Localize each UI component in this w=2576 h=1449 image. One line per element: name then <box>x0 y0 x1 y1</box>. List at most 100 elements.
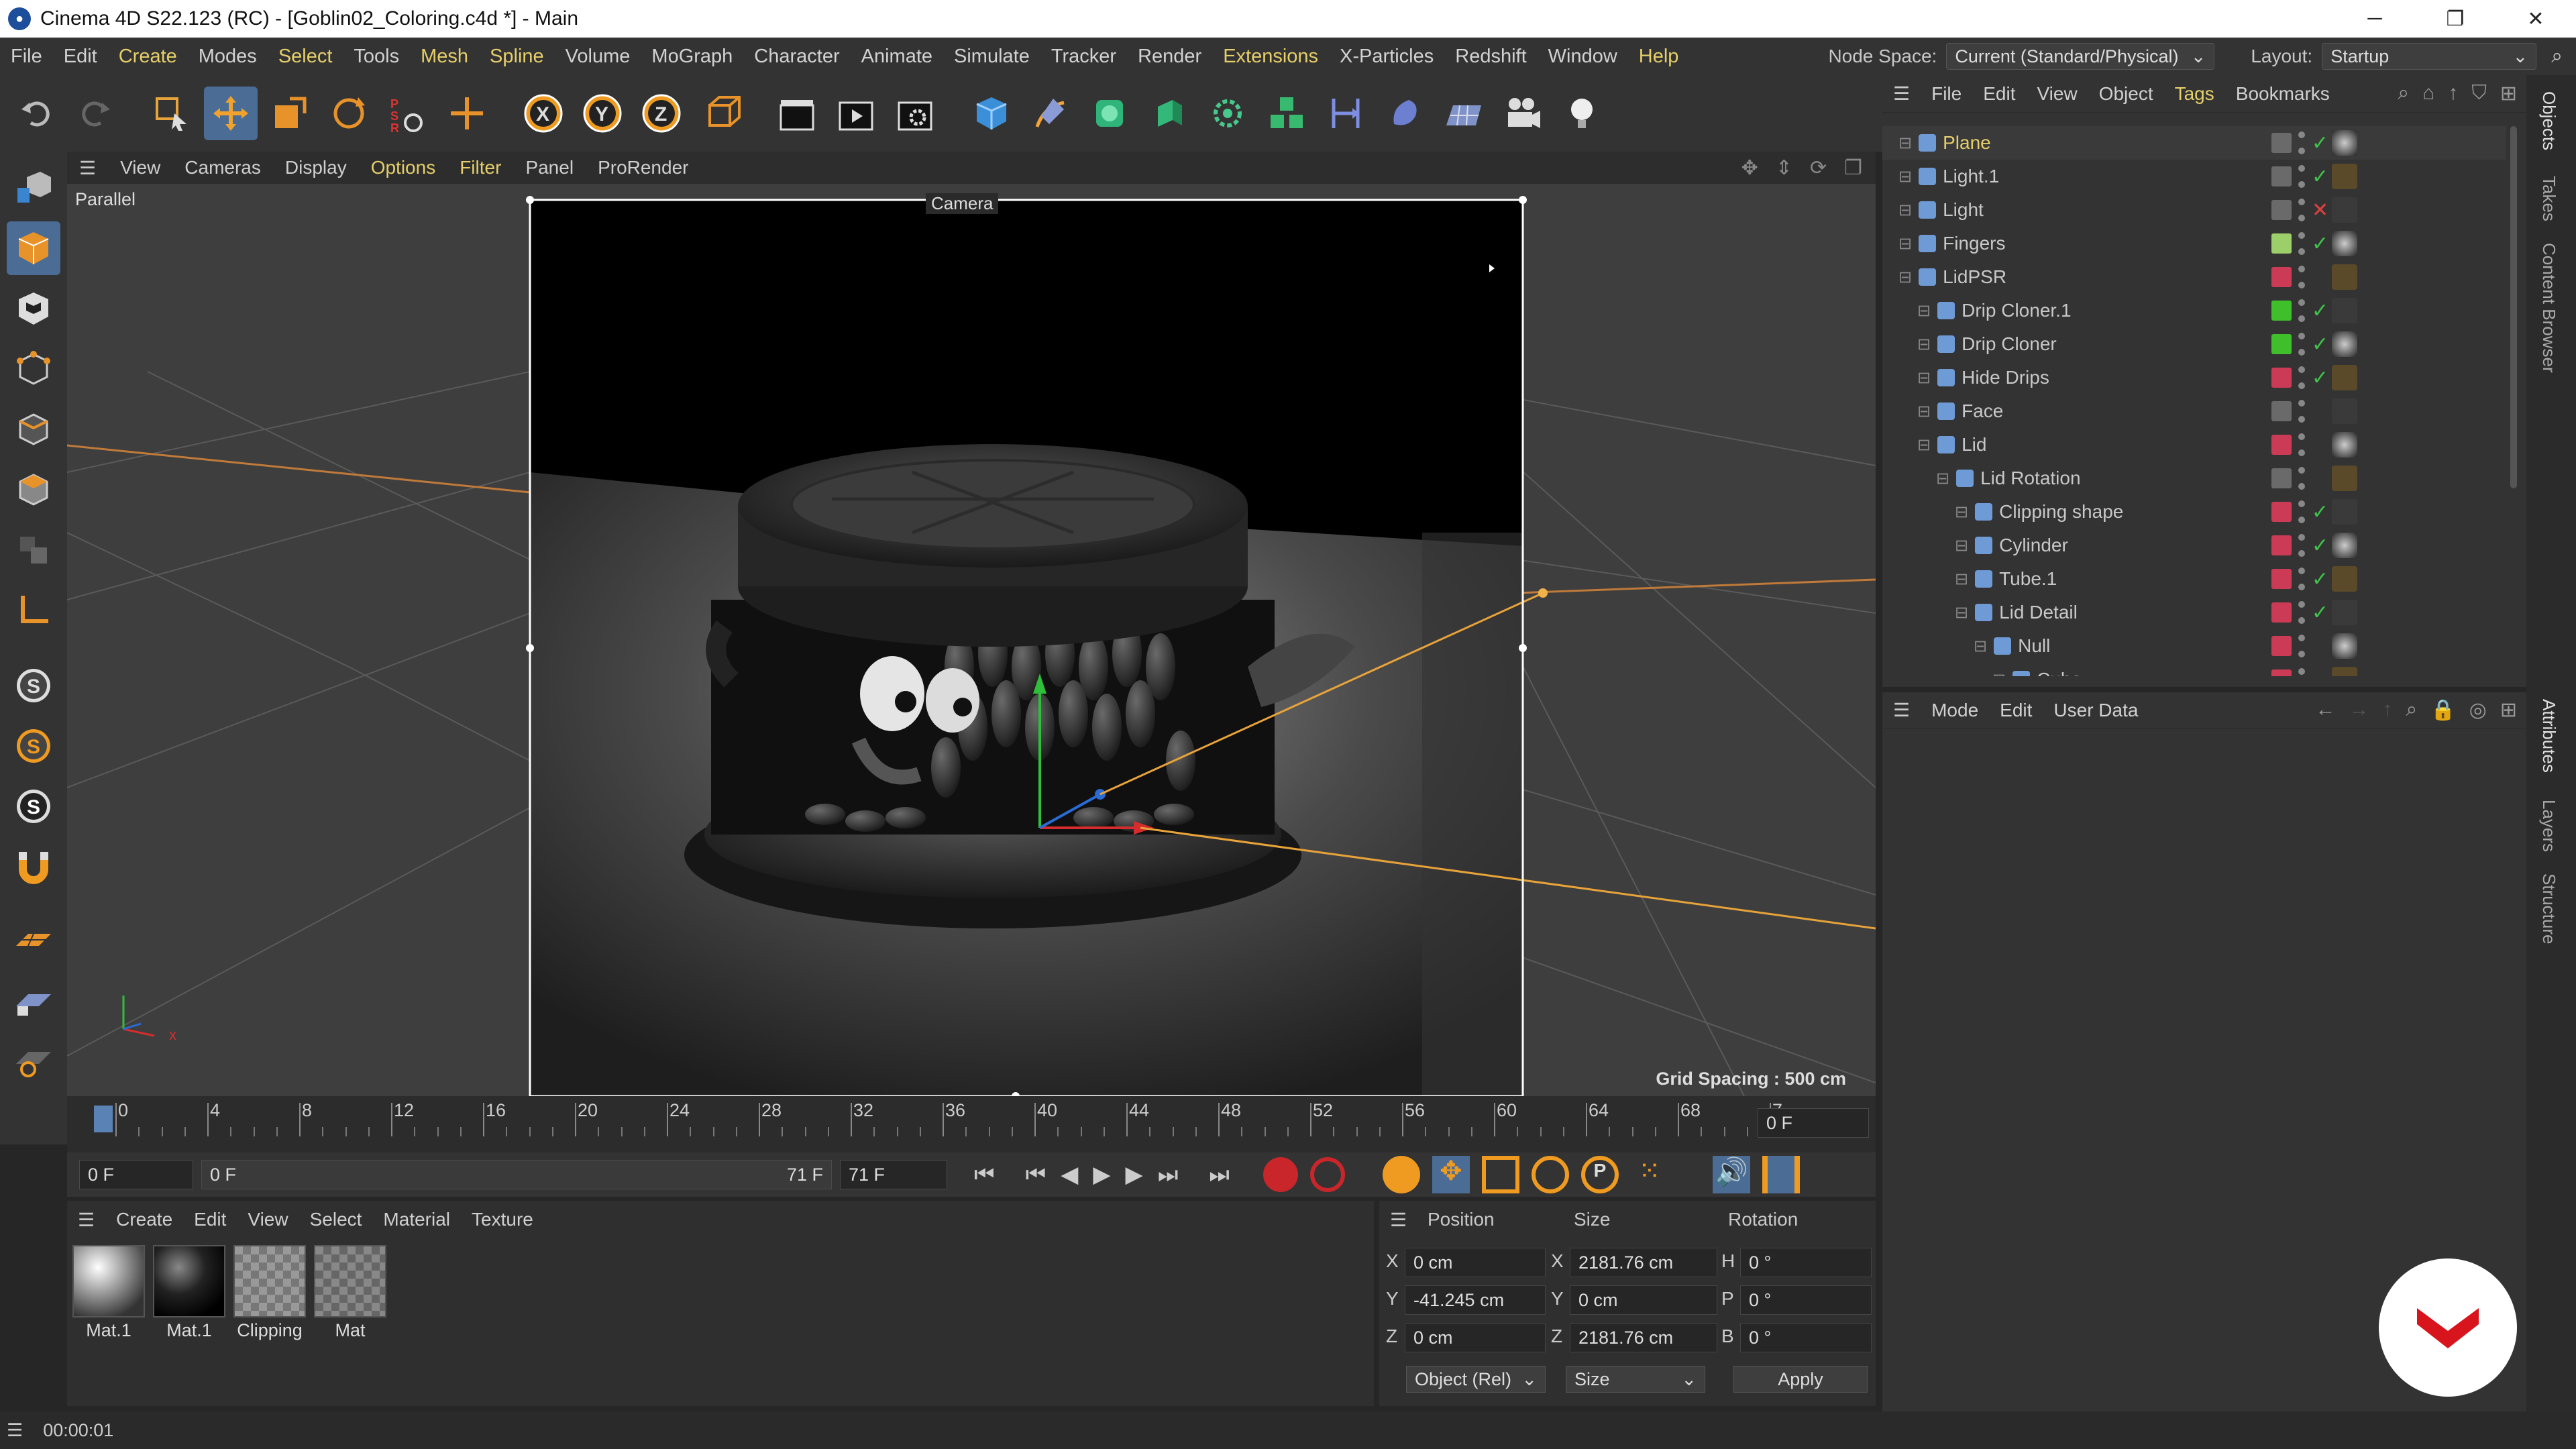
rotate-view-icon[interactable]: ⟳ <box>1810 156 1827 180</box>
menu-simulate[interactable]: Simulate <box>943 46 1040 68</box>
tag-icon[interactable] <box>2332 499 2357 525</box>
menu-window[interactable]: Window <box>1538 46 1628 68</box>
editor-visibility-dot[interactable] <box>2298 299 2305 306</box>
expand-toggle-icon[interactable]: ⊟ <box>1898 133 1912 153</box>
object-row[interactable]: ⊟ Null <box>1882 629 2506 663</box>
deformer-button[interactable] <box>1319 87 1373 140</box>
menu-mesh[interactable]: Mesh <box>410 46 479 68</box>
render-visibility-dot[interactable] <box>2298 449 2305 456</box>
menu-extensions[interactable]: Extensions <box>1212 46 1329 68</box>
pen-spline-button[interactable] <box>1024 87 1077 140</box>
hamburger-icon[interactable]: ☰ <box>1882 699 1921 721</box>
point-mode-button[interactable] <box>7 342 60 396</box>
menu-select[interactable]: Select <box>268 46 343 68</box>
viewport-menu-prorender[interactable]: ProRender <box>586 157 700 178</box>
uv-mode-button[interactable] <box>7 523 60 577</box>
enabled-check-icon[interactable]: ✓ <box>2312 568 2328 591</box>
snap-enable-button[interactable]: S <box>7 659 60 712</box>
object-row[interactable]: ⊟ Cylinder ✓ <box>1882 529 2506 562</box>
layer-color-swatch[interactable] <box>2271 468 2292 488</box>
menu-help[interactable]: Help <box>1628 46 1690 68</box>
enabled-check-icon[interactable]: ✓ <box>2312 534 2328 557</box>
render-visibility-dot[interactable] <box>2298 349 2305 356</box>
obj-menu-file[interactable]: File <box>1921 83 1972 105</box>
rotation-h-field[interactable]: 0 ° <box>1740 1248 1872 1277</box>
obj-menu-tags[interactable]: Tags <box>2164 83 2225 105</box>
cube-object-button[interactable] <box>965 87 1018 140</box>
attr-menu-user-data[interactable]: User Data <box>2043 700 2149 721</box>
undo-button[interactable] <box>9 87 63 140</box>
editor-visibility-dot[interactable] <box>2298 232 2305 239</box>
sound-icon[interactable]: 🔊 <box>1712 1156 1750 1193</box>
position-y-field[interactable]: -41.245 cm <box>1405 1285 1546 1315</box>
visibility-dots[interactable] <box>2298 299 2308 322</box>
object-row[interactable]: ⊟ Lid <box>1882 428 2506 462</box>
menu-animate[interactable]: Animate <box>851 46 943 68</box>
preview-range-slider[interactable]: 0 F 71 F <box>201 1160 832 1189</box>
camera-button[interactable] <box>1496 87 1550 140</box>
next-key-icon[interactable]: ⏭ <box>1158 1162 1179 1188</box>
hamburger-icon[interactable]: ☰ <box>1379 1209 1417 1231</box>
editor-visibility-dot[interactable] <box>2298 500 2305 507</box>
editor-visibility-dot[interactable] <box>2298 131 2305 138</box>
menu-render[interactable]: Render <box>1127 46 1212 68</box>
menu-spline[interactable]: Spline <box>479 46 555 68</box>
menu-tracker[interactable]: Tracker <box>1040 46 1127 68</box>
menu-redshift[interactable]: Redshift <box>1444 46 1537 68</box>
editor-visibility-dot[interactable] <box>2298 400 2305 407</box>
up-arrow-icon[interactable]: ↑ <box>2448 82 2458 105</box>
editor-visibility-dot[interactable] <box>2298 433 2305 440</box>
expand-toggle-icon[interactable]: ⊟ <box>1955 603 1968 623</box>
layer-color-swatch[interactable] <box>2271 435 2292 455</box>
rotation-p-field[interactable]: 0 ° <box>1740 1285 1872 1315</box>
minimize-button[interactable]: ─ <box>2334 0 2415 38</box>
search-icon[interactable]: ⌕ <box>2406 698 2418 722</box>
hamburger-icon[interactable]: ☰ <box>0 1420 34 1441</box>
z-axis-lock-button[interactable]: Z <box>635 87 688 140</box>
obj-menu-object[interactable]: Object <box>2088 83 2164 105</box>
visibility-dots[interactable] <box>2298 500 2308 523</box>
layer-color-swatch[interactable] <box>2271 301 2292 321</box>
magnet-button[interactable] <box>7 840 60 894</box>
filter-icon[interactable]: ⛉ <box>2471 82 2487 105</box>
render-view-button[interactable] <box>770 87 824 140</box>
go-to-start-icon[interactable]: ⏮ <box>974 1162 995 1188</box>
layer-color-swatch[interactable] <box>2271 669 2292 676</box>
tag-icon[interactable] <box>2332 298 2357 323</box>
editor-visibility-dot[interactable] <box>2298 333 2305 339</box>
field-button[interactable] <box>1378 87 1432 140</box>
object-row[interactable]: ⊟ Lid Rotation <box>1882 462 2506 495</box>
back-arrow-icon[interactable]: ← <box>2316 698 2336 722</box>
current-frame-field[interactable]: 0 F <box>1758 1108 1869 1138</box>
viewport-menu-cameras[interactable]: Cameras <box>172 157 273 178</box>
new-panel-icon[interactable]: ⊞ <box>2500 698 2517 722</box>
close-button[interactable]: ✕ <box>2496 0 2576 38</box>
lock-icon[interactable]: 🔒 <box>2430 698 2455 722</box>
maximize-view-icon[interactable]: ❐ <box>1844 156 1862 180</box>
workplane-button[interactable] <box>7 912 60 966</box>
render-visibility-dot[interactable] <box>2298 148 2305 154</box>
pan-view-icon[interactable]: ✥ <box>1741 156 1758 180</box>
tag-icon[interactable] <box>2332 264 2357 290</box>
expand-toggle-icon[interactable]: ⊟ <box>1936 469 1949 488</box>
visibility-dots[interactable] <box>2298 400 2308 423</box>
render-visibility-dot[interactable] <box>2298 315 2305 322</box>
expand-toggle-icon[interactable]: ⊟ <box>1917 368 1931 388</box>
editor-visibility-dot[interactable] <box>2298 534 2305 541</box>
tag-icon[interactable] <box>2332 566 2357 592</box>
render-visibility-dot[interactable] <box>2298 382 2305 389</box>
home-icon[interactable]: ⌂ <box>2422 82 2434 105</box>
tag-icon[interactable] <box>2332 164 2357 189</box>
tag-icon[interactable] <box>2332 466 2357 491</box>
tag-icon[interactable] <box>2332 667 2357 676</box>
menu-modes[interactable]: Modes <box>188 46 268 68</box>
render-visibility-dot[interactable] <box>2298 416 2305 423</box>
coordinate-mode-dropdown[interactable]: Object (Rel) ⌄ <box>1406 1366 1546 1393</box>
object-row[interactable]: ⊟ Fingers ✓ <box>1882 227 2506 260</box>
viewport-menu-options[interactable]: Options <box>359 157 448 178</box>
disabled-icon[interactable]: ✕ <box>2312 199 2328 222</box>
snap-settings-button[interactable]: S <box>7 719 60 773</box>
cloner-button[interactable] <box>1201 87 1254 140</box>
visibility-dots[interactable] <box>2298 366 2308 389</box>
start-frame-field[interactable]: 0 F <box>79 1160 193 1189</box>
